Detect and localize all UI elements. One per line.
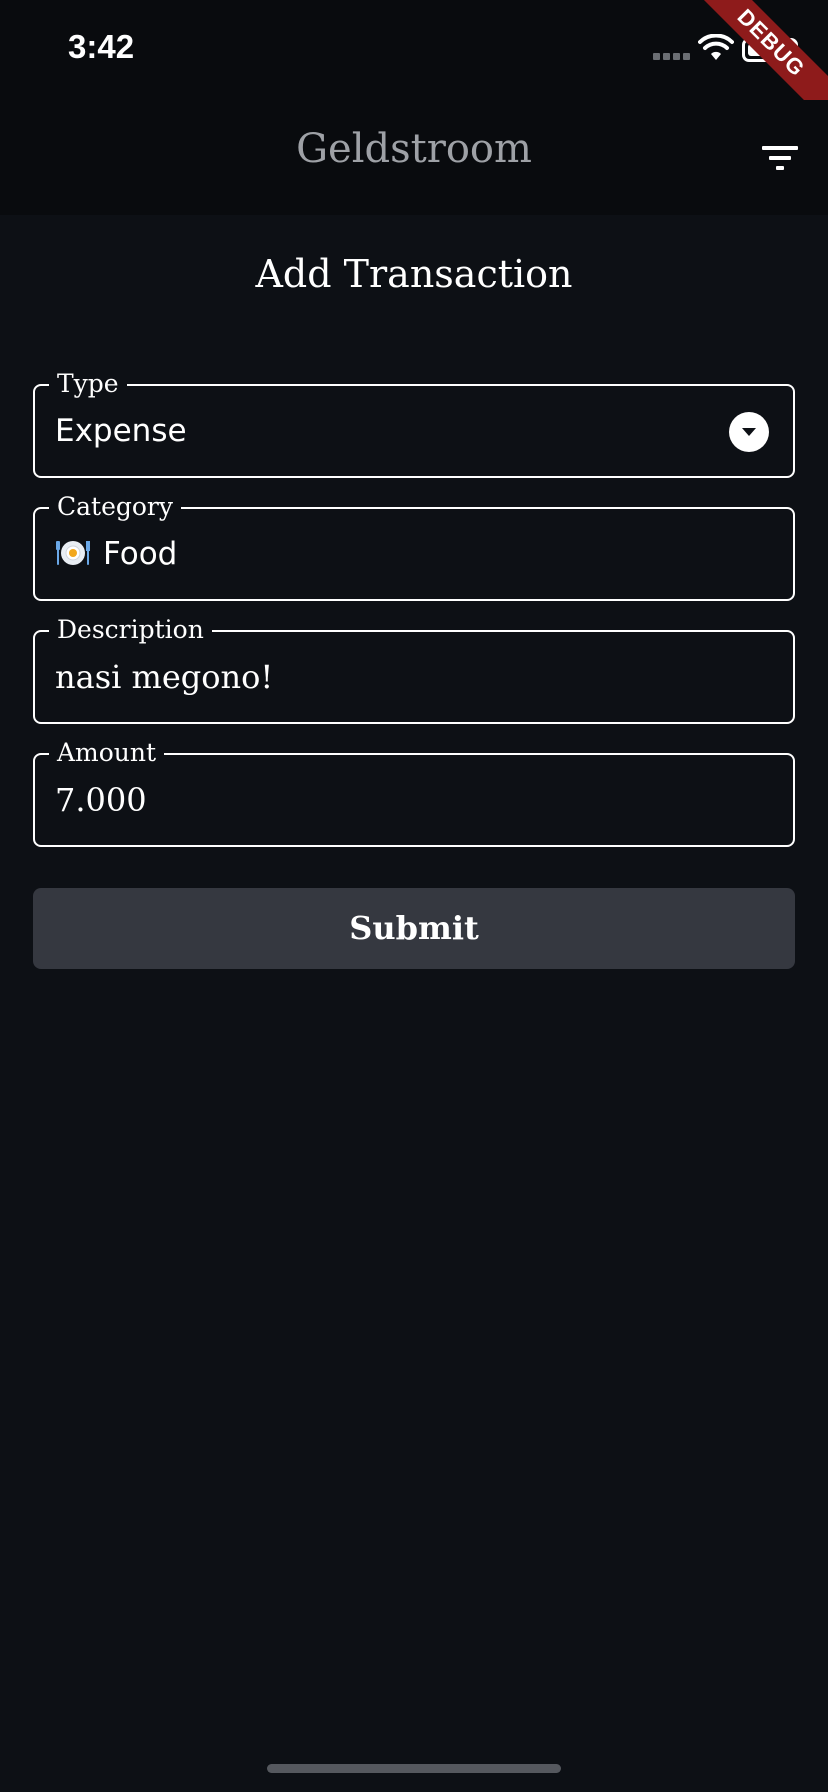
battery-icon (742, 38, 798, 62)
home-indicator[interactable] (267, 1764, 561, 1773)
plate-fork-knife-icon (56, 540, 90, 565)
amount-input[interactable]: Amount 7.000 (33, 737, 795, 847)
category-dropdown[interactable]: Category Food (33, 491, 795, 601)
dropdown-arrow-icon[interactable] (729, 412, 769, 452)
page-title: Add Transaction (255, 252, 573, 296)
submit-button[interactable]: Submit (33, 888, 795, 969)
amount-label: Amount (49, 737, 165, 769)
status-bar: 3:42 (0, 0, 828, 100)
description-input[interactable]: Description nasi megono! (33, 614, 795, 724)
status-time: 3:42 (68, 28, 135, 65)
category-label: Category (49, 491, 182, 523)
description-label: Description (49, 614, 212, 646)
type-label: Type (49, 368, 127, 400)
type-value: Expense (55, 413, 187, 449)
filter-icon[interactable] (756, 136, 804, 180)
cellular-signal-icon (653, 53, 691, 61)
wifi-icon (698, 34, 734, 60)
category-display: Food (55, 533, 177, 575)
description-value: nasi megono! (55, 658, 274, 696)
category-value: Food (103, 536, 178, 572)
amount-value: 7.000 (55, 781, 147, 819)
type-dropdown[interactable]: Type Expense (33, 368, 795, 478)
app-bar: Geldstroom (0, 100, 828, 215)
app-title: Geldstroom (296, 126, 532, 172)
